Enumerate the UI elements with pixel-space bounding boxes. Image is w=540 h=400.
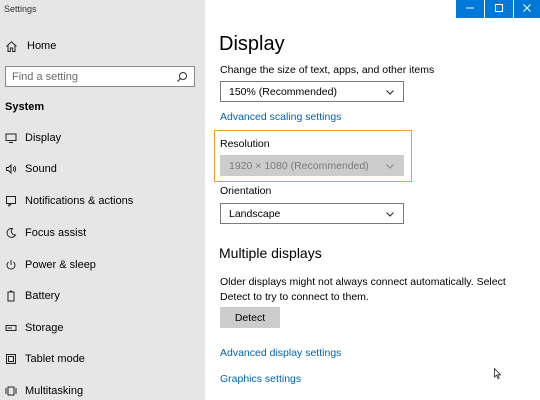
sidebar-item-multitasking[interactable]: Multitasking — [0, 380, 205, 400]
sidebar-item-battery[interactable]: Battery — [0, 285, 205, 307]
close-icon — [522, 3, 532, 16]
window-title: Settings — [4, 4, 37, 14]
minimize-button[interactable] — [456, 0, 484, 18]
sidebar-item-power-sleep[interactable]: Power & sleep — [0, 254, 205, 276]
sidebar-item-label: Battery — [25, 290, 60, 302]
minimize-icon — [465, 3, 475, 16]
storage-icon — [5, 322, 17, 334]
mouse-cursor-icon — [494, 367, 502, 380]
orientation-dropdown[interactable]: Landscape — [220, 203, 404, 224]
tablet-icon — [5, 353, 17, 365]
graphics-settings-link[interactable]: Graphics settings — [220, 373, 301, 385]
multiple-displays-heading: Multiple displays — [219, 245, 322, 261]
monitor-icon — [5, 132, 17, 144]
close-button[interactable] — [514, 0, 540, 18]
sidebar-item-label: Sound — [25, 163, 57, 175]
home-nav-item[interactable]: Home — [5, 38, 56, 54]
search-placeholder: Find a setting — [12, 70, 79, 83]
chevron-down-icon — [385, 87, 395, 97]
sidebar-item-label: Storage — [25, 322, 64, 334]
scale-value: 150% (Recommended) — [229, 85, 337, 98]
speaker-icon — [5, 163, 17, 175]
home-icon — [5, 40, 18, 53]
multitasking-icon — [5, 385, 17, 397]
sidebar: Settings Home Find a setting System Disp… — [0, 0, 205, 400]
maximize-icon — [494, 3, 504, 16]
sidebar-item-focus-assist[interactable]: Focus assist — [0, 222, 205, 244]
sidebar-item-label: Focus assist — [25, 227, 87, 239]
detect-button[interactable]: Detect — [220, 307, 280, 328]
search-input[interactable]: Find a setting — [5, 66, 195, 87]
sidebar-item-storage[interactable]: Storage — [0, 317, 205, 339]
section-heading-system: System — [5, 101, 45, 113]
sidebar-item-label: Notifications & actions — [25, 195, 134, 207]
resolution-dropdown[interactable]: 1920 × 1080 (Recommended) — [220, 155, 404, 176]
sidebar-item-label: Power & sleep — [25, 259, 96, 271]
sidebar-item-label: Tablet mode — [25, 353, 85, 365]
multiple-displays-description: Older displays might not always connect … — [220, 276, 506, 303]
orientation-value: Landscape — [229, 207, 281, 220]
battery-icon — [5, 290, 17, 302]
sidebar-item-notifications[interactable]: Notifications & actions — [0, 190, 205, 212]
sidebar-item-display[interactable]: Display — [0, 127, 205, 149]
home-label: Home — [27, 40, 57, 52]
sidebar-item-label: Multitasking — [25, 385, 84, 397]
chevron-down-icon — [385, 161, 395, 171]
page-title: Display — [219, 33, 285, 55]
chevron-down-icon — [385, 209, 395, 219]
resolution-value: 1920 × 1080 (Recommended) — [229, 159, 369, 172]
sidebar-item-sound[interactable]: Sound — [0, 158, 205, 180]
sidebar-item-tablet-mode[interactable]: Tablet mode — [0, 348, 205, 370]
sidebar-item-label: Display — [25, 132, 62, 144]
maximize-button[interactable] — [485, 0, 513, 18]
advanced-display-link[interactable]: Advanced display settings — [220, 347, 341, 359]
orientation-label: Orientation — [220, 185, 272, 197]
search-icon[interactable] — [176, 71, 188, 83]
scale-label: Change the size of text, apps, and other… — [220, 64, 435, 76]
resolution-label: Resolution — [220, 138, 270, 150]
notification-icon — [5, 195, 17, 207]
advanced-scaling-link[interactable]: Advanced scaling settings — [220, 111, 341, 123]
scale-dropdown[interactable]: 150% (Recommended) — [220, 81, 404, 102]
moon-icon — [5, 227, 17, 239]
power-icon — [5, 259, 17, 271]
